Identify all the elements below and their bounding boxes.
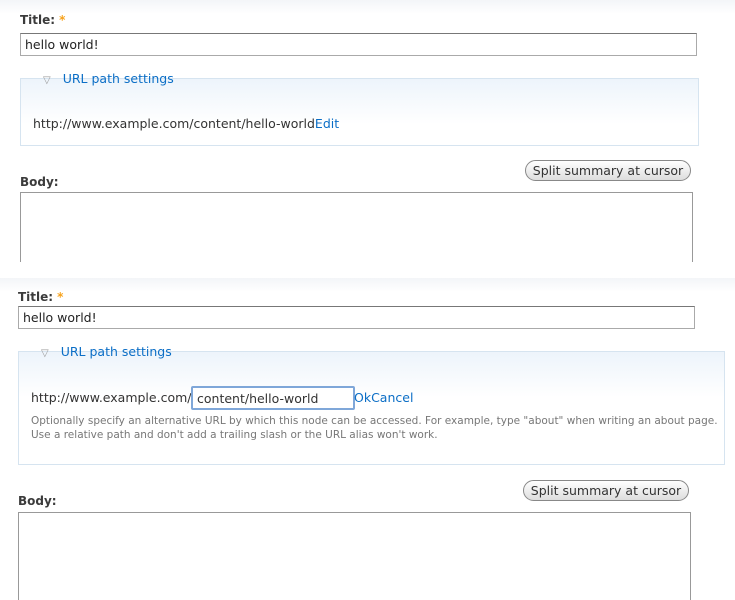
url-alias-description: Optionally specify an alternative URL by… — [31, 415, 718, 441]
body-label: Body: — [20, 175, 59, 189]
body-textarea[interactable] — [20, 192, 693, 262]
ok-link[interactable]: Ok — [354, 390, 371, 405]
title-input[interactable]: hello world! — [20, 33, 697, 56]
title-label: Title: * — [20, 13, 66, 27]
url-path-legend[interactable]: ▽ URL path settings — [35, 344, 178, 359]
url-alias-input[interactable]: content/hello-world — [191, 386, 355, 410]
split-summary-button[interactable]: Split summary at cursor — [525, 160, 691, 181]
collapse-triangle-icon: ▽ — [41, 348, 49, 359]
body-label: Body: — [18, 494, 57, 508]
url-path-fieldset: ▽ URL path settings http://www.example.co… — [18, 344, 725, 465]
title-label: Title: * — [18, 290, 64, 304]
url-prefix: http://www.example.com/ — [31, 390, 192, 405]
edit-form-collapsed: Title: * hello world! ▽ URL path settings … — [0, 0, 735, 262]
url-path-legend[interactable]: ▽ URL path settings — [37, 71, 180, 86]
split-summary-button[interactable]: Split summary at cursor — [523, 480, 689, 501]
cancel-link[interactable]: Cancel — [371, 390, 413, 405]
url-path-fieldset: ▽ URL path settings http://www.example.co… — [20, 71, 699, 146]
collapse-triangle-icon: ▽ — [43, 75, 51, 86]
body-textarea[interactable] — [18, 512, 691, 600]
alias-actions: OkCancel — [354, 390, 413, 405]
edit-link[interactable]: Edit — [315, 116, 339, 131]
required-mark: * — [57, 290, 64, 304]
edit-form-expanded: Title: * hello world! ▽ URL path settings … — [0, 278, 735, 600]
url-path-display: http://www.example.com/content/hello-wor… — [33, 116, 340, 131]
required-mark: * — [59, 13, 66, 27]
title-input[interactable]: hello world! — [18, 306, 695, 329]
